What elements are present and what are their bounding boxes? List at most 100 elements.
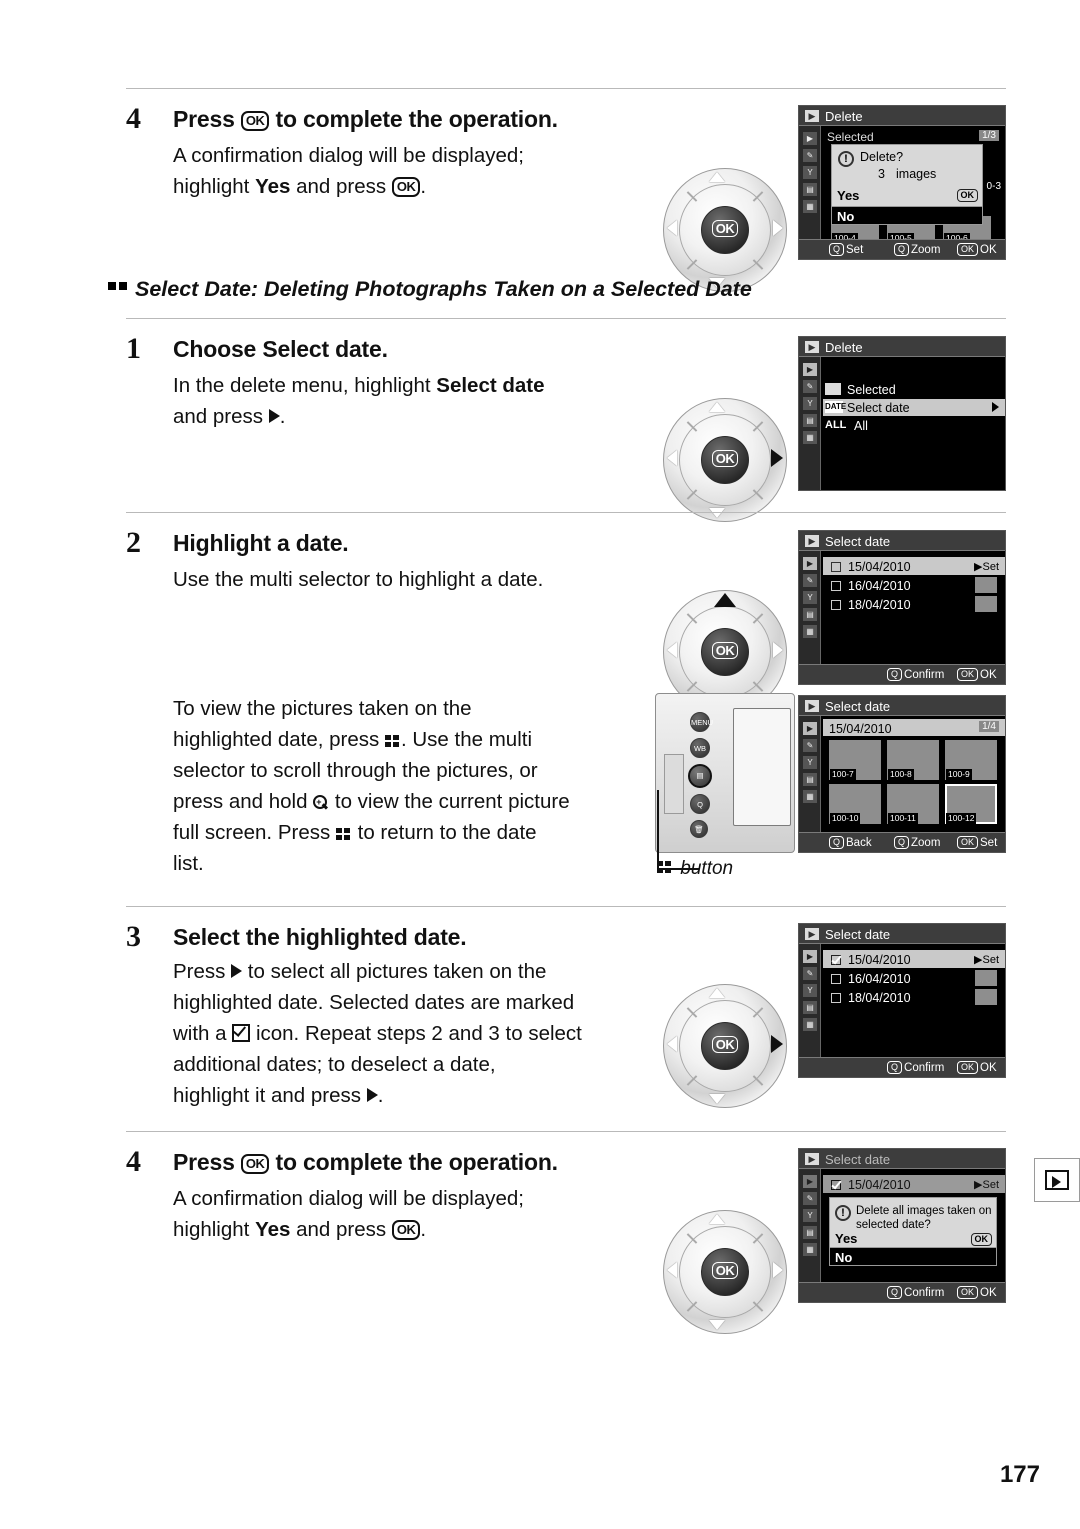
thumbnail[interactable]: 100-9 [945, 740, 997, 780]
sidebar-icon: ✎ [803, 1192, 817, 1205]
lcd-bottombar: Q Back Q Zoom OK Set [799, 832, 1005, 852]
lcd-title: Select date [825, 699, 891, 714]
date-row[interactable]: 16/04/2010 [831, 972, 911, 986]
lcd-select-date-list: ▶ Select date ▶ ✎ Y ▤ ▦ 15/04/2010 ▶Set … [798, 530, 1006, 685]
date-row[interactable]: 18/04/2010 [831, 991, 911, 1005]
bottom-action-label: Zoom [911, 244, 941, 256]
date-label: 18/04/2010 [848, 991, 911, 1005]
qm-key-icon: Q [887, 1286, 903, 1299]
lcd-delete-confirm: ▶ Delete ▶ ✎ Y ▤ ▦ Selected 1/3 100-4 10… [798, 105, 1006, 260]
step-body-line2-post: and press [290, 175, 392, 198]
date-label: 15/04/2010 [848, 1178, 911, 1192]
thumbnail-label: 100-9 [946, 769, 972, 780]
thumbnail[interactable]: 100-11 [887, 784, 939, 824]
bottom-action: OK OK [957, 668, 997, 681]
step2-paragraph2: To view the pictures taken on the highli… [173, 693, 673, 879]
date-row[interactable]: 18/04/2010 [831, 598, 911, 612]
dial-arrow-right [773, 642, 783, 658]
menu-item-select-date[interactable]: Select date [847, 401, 910, 415]
date-row: 15/04/2010 [831, 1178, 911, 1192]
set-hint-label: Set [982, 954, 999, 966]
menu-item-all[interactable]: All [854, 419, 868, 433]
sidebar-icon: ▶ [803, 132, 817, 145]
dial-arrow-right [773, 220, 783, 236]
menu-item-selected[interactable]: Selected [847, 383, 896, 397]
step-body-line1: A confirmation dialog will be displayed; [173, 144, 524, 167]
sidebar-icon: Y [803, 397, 817, 410]
sidebar-icon: ▤ [803, 1226, 817, 1239]
step-body-line2-pre: highlight [173, 1218, 256, 1241]
set-hint-label: Set [982, 561, 999, 573]
thumbnail[interactable]: 100-10 [829, 784, 881, 824]
dial-arrow-left [667, 220, 677, 236]
bottom-action-label: OK [980, 1062, 997, 1074]
thumbnail[interactable]: 100-8 [887, 740, 939, 780]
bottom-action: Q Zoom [894, 243, 940, 256]
sidebar-icon: ▤ [803, 414, 817, 427]
dialog-no-row[interactable]: No [831, 206, 983, 225]
thumbnail[interactable]: 100-7 [829, 740, 881, 780]
bottom-action-label: Zoom [911, 837, 941, 849]
dial-ok-button: OK [701, 628, 749, 676]
edge-tab-marker [1034, 1158, 1080, 1202]
dialog-question: Delete? [860, 150, 904, 164]
thumbnail [975, 989, 997, 1005]
dialog-yes-row[interactable]: Yes OK [832, 185, 982, 206]
sidebar-icon: ✎ [803, 149, 817, 162]
step-title-pre: Choose [173, 336, 263, 362]
step-title: Highlight a date. [173, 530, 349, 556]
warning-icon: ! [838, 151, 854, 167]
qm-key-icon: Q [887, 1061, 903, 1074]
dialog-no-row[interactable]: No [829, 1247, 997, 1266]
right-arrow-icon [231, 964, 243, 978]
ok-key-icon: OK [957, 243, 979, 256]
date-row[interactable]: 15/04/2010 [831, 560, 911, 574]
p2-line6: list. [173, 852, 204, 875]
dialog-no-label: No [837, 209, 855, 224]
divider-top [126, 88, 1006, 89]
step-title-pre: Press [173, 106, 241, 132]
thumbnail [975, 970, 997, 986]
step-body-line2-post: and press [290, 1218, 392, 1241]
dialog-count: 3 [878, 167, 885, 181]
lcd-subtitle: Selected [827, 130, 874, 144]
sidebar-icon: Y [803, 166, 817, 179]
p2-line2a: highlighted date, press [173, 728, 385, 751]
p3-line3a: with a [173, 1022, 233, 1045]
step-title-pre: Press [173, 1149, 241, 1175]
dialog-yes-row[interactable]: Yes OK [830, 1230, 996, 1248]
date-row[interactable]: 16/04/2010 [831, 579, 911, 593]
step-title-post: to complete the operation. [269, 1149, 559, 1175]
dial-arrow-right [773, 1262, 783, 1278]
sidebar-icon: ▦ [803, 200, 817, 213]
playback-icon: ▶ [805, 1153, 819, 1165]
bottom-action: Q Set [829, 243, 863, 256]
step-body-line1-pre: In the delete menu, highlight [173, 374, 437, 397]
divider-step2 [126, 512, 1006, 513]
checkmark-icon [232, 1024, 251, 1042]
thumbnails-button[interactable]: ▤ [688, 764, 712, 788]
bottom-action-label: Set [846, 244, 864, 256]
zoom-in-icon: + [313, 795, 329, 811]
playback-icon: ▶ [805, 110, 819, 122]
thumbnail-label: 100-11 [888, 813, 918, 824]
section-heading: Select Date: Deleting Photographs Taken … [135, 277, 752, 301]
playback-mode-icon [1045, 1170, 1069, 1190]
sidebar-icon: ▶ [803, 363, 817, 376]
bottom-action: Q Confirm [887, 1286, 944, 1299]
thumbnail-label: 100-7 [830, 769, 856, 780]
dial-arrow-down [709, 1094, 725, 1104]
date-row[interactable]: 15/04/2010 [831, 953, 911, 967]
sidebar-icon: ▦ [803, 1243, 817, 1256]
sidebar-icon: ▦ [803, 1018, 817, 1031]
lcd-title: Select date [825, 1152, 891, 1167]
dialog-unit: images [896, 167, 937, 181]
confirm-dialog: ! Delete all images taken on selected da… [829, 1197, 997, 1248]
sidebar-icon: ▶ [803, 722, 817, 735]
dialog-no-label: No [835, 1250, 853, 1265]
thumbnail-selected[interactable]: 100-12 [945, 784, 997, 824]
playback-icon: ▶ [805, 928, 819, 940]
right-arrow-icon [366, 1088, 378, 1102]
sidebar-icon: ▤ [803, 773, 817, 786]
date-label: 15/04/2010 [848, 953, 911, 967]
